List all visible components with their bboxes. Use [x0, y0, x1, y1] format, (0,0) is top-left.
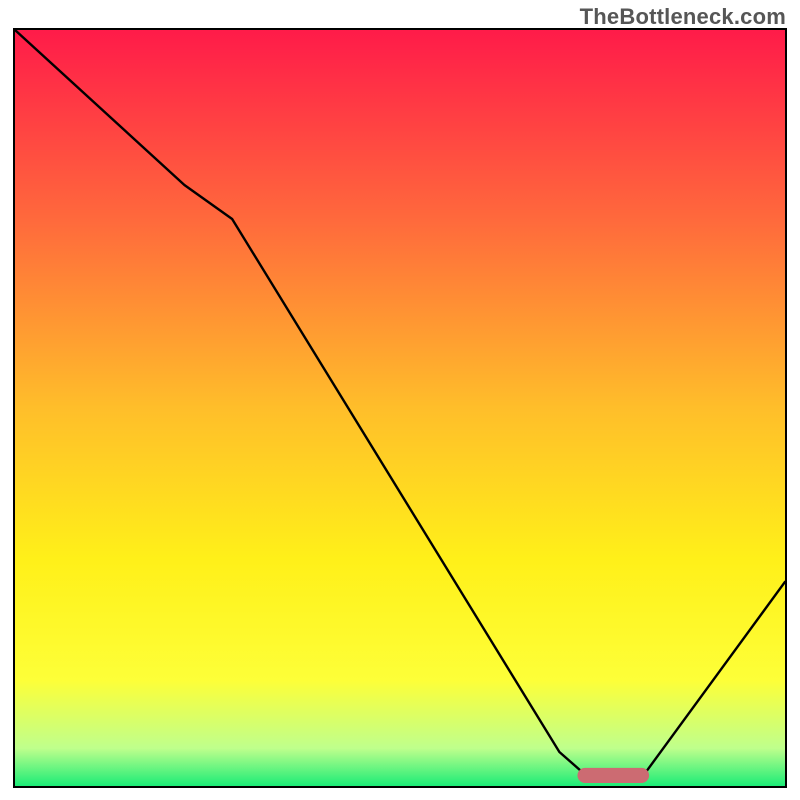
- optimum-marker: [577, 768, 649, 783]
- chart-canvas: [15, 30, 785, 786]
- gradient-background: [15, 30, 785, 786]
- chart-frame: [13, 28, 787, 788]
- attribution-label: TheBottleneck.com: [580, 4, 786, 30]
